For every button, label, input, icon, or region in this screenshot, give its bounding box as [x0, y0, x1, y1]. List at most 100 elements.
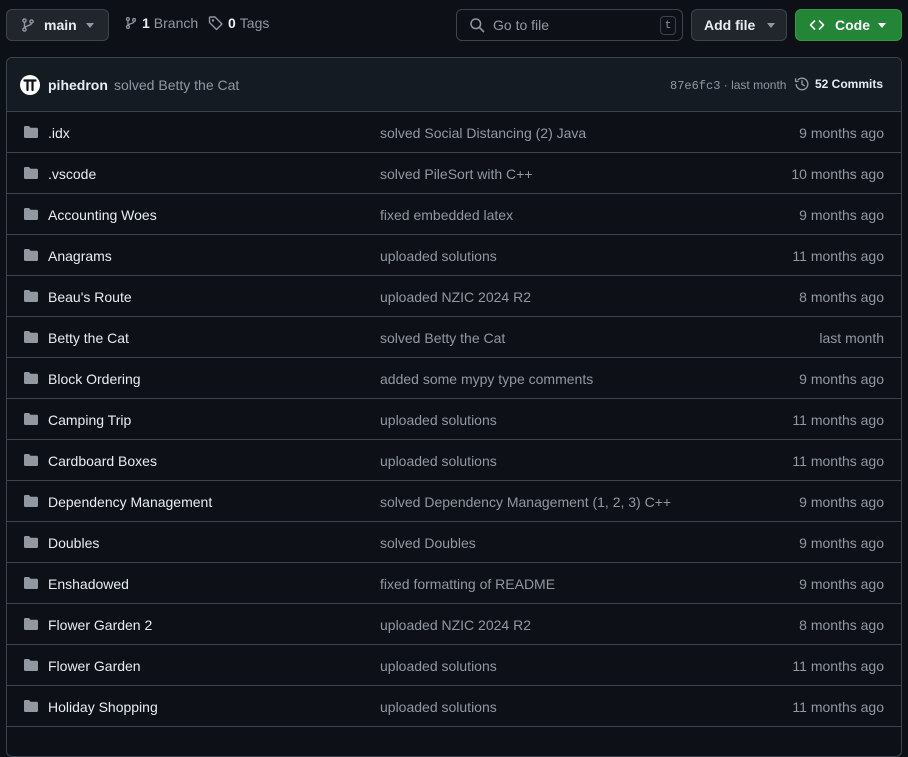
commit-age: 8 months ago — [799, 617, 884, 633]
tag-icon — [208, 16, 223, 31]
avatar[interactable] — [20, 75, 40, 95]
git-branch-icon — [22, 18, 34, 32]
commit-message-link[interactable]: solved Social Distancing (2) Java — [380, 125, 586, 141]
commit-age: 11 months ago — [792, 248, 884, 264]
history-icon — [794, 77, 809, 91]
commit-author[interactable]: pihedron — [48, 77, 108, 93]
commit-age: 9 months ago — [799, 125, 884, 141]
commit-message-link[interactable]: uploaded solutions — [380, 453, 497, 469]
add-file-button[interactable]: Add file — [691, 9, 787, 41]
file-name-link[interactable]: Dependency Management — [48, 494, 212, 510]
commit-age: 9 months ago — [799, 535, 884, 551]
table-row[interactable]: Anagrams uploaded solutions 11 months ago — [7, 235, 901, 276]
chevron-down-icon — [767, 23, 775, 28]
tags-link[interactable]: 0 Tags — [208, 15, 269, 31]
commit-message-link[interactable]: solved Betty the Cat — [380, 330, 505, 346]
table-row[interactable]: Betty the Cat solved Betty the Cat last mo… — [7, 317, 901, 358]
branch-count: 1 — [142, 15, 150, 31]
file-name-link[interactable]: Doubles — [48, 535, 99, 551]
tag-count: 0 — [228, 15, 236, 31]
file-name-link[interactable]: Anagrams — [48, 248, 112, 264]
latest-commit-header: pihedron solved Betty the Cat 87e6fc3 · … — [7, 58, 901, 112]
file-name-link[interactable]: .idx — [48, 125, 70, 141]
file-name-link[interactable]: Betty the Cat — [48, 330, 129, 346]
folder-icon — [23, 534, 39, 553]
folder-icon — [23, 657, 39, 676]
commit-age: last month — [819, 330, 884, 346]
file-name-link[interactable]: Accounting Woes — [48, 207, 157, 223]
file-name-link[interactable]: Holiday Shopping — [48, 699, 158, 715]
commit-message[interactable]: solved Betty the Cat — [114, 77, 239, 93]
commit-message-link[interactable]: uploaded solutions — [380, 412, 497, 428]
table-row[interactable]: Doubles solved Doubles 9 months ago — [7, 522, 901, 563]
branch-select-button[interactable]: main — [6, 9, 109, 41]
commit-hash[interactable]: 87e6fc3 — [670, 79, 720, 93]
commit-message-link[interactable]: solved Doubles — [380, 535, 476, 551]
folder-icon — [23, 616, 39, 635]
folder-icon — [23, 370, 39, 389]
file-table: pihedron solved Betty the Cat 87e6fc3 · … — [6, 57, 902, 757]
commit-separator: · — [720, 78, 732, 92]
commit-age: 9 months ago — [799, 576, 884, 592]
table-row[interactable]: Enshadowed fixed formatting of README 9 mo… — [7, 563, 901, 604]
keyboard-shortcut-hint: t — [660, 16, 676, 35]
go-to-file-input[interactable]: Go to file t — [456, 9, 683, 41]
table-row[interactable]: Accounting Woes fixed embedded latex 9 mon… — [7, 194, 901, 235]
commit-message-link[interactable]: solved Dependency Management (1, 2, 3) C… — [380, 494, 671, 510]
file-name-link[interactable]: Enshadowed — [48, 576, 129, 592]
table-row[interactable]: Dependency Management solved Dependency M… — [7, 481, 901, 522]
code-label: Code — [835, 17, 870, 33]
commit-age: 11 months ago — [792, 658, 884, 674]
tag-word: Tags — [239, 15, 270, 31]
commit-message-link[interactable]: fixed embedded latex — [380, 207, 513, 223]
folder-icon — [23, 329, 39, 348]
commits-count-label: 52 Commits — [815, 77, 884, 91]
folder-icon — [23, 493, 39, 512]
folder-icon — [23, 411, 39, 430]
commit-message-link[interactable]: uploaded NZIC 2024 R2 — [380, 617, 531, 633]
commit-message-link[interactable]: uploaded solutions — [380, 248, 497, 264]
file-name-link[interactable]: Block Ordering — [48, 371, 141, 387]
commit-message-link[interactable]: added some mypy type comments — [380, 371, 593, 387]
branches-link[interactable]: 1 Branch — [124, 15, 198, 31]
folder-icon — [23, 247, 39, 266]
file-name-link[interactable]: Flower Garden 2 — [48, 617, 152, 633]
commit-age: 10 months ago — [791, 166, 884, 182]
table-row[interactable]: Flower Garden uploaded solutions 11 months… — [7, 645, 901, 686]
table-row[interactable]: Camping Trip uploaded solutions 11 months … — [7, 399, 901, 440]
commits-link[interactable]: 52 Commits — [794, 76, 883, 92]
table-row[interactable]: Flower Garden 2 uploaded NZIC 2024 R2 8 mo… — [7, 604, 901, 645]
commit-age: 11 months ago — [792, 699, 884, 715]
code-button[interactable]: Code — [795, 9, 902, 41]
search-placeholder: Go to file — [493, 17, 550, 33]
table-row[interactable]: Block Ordering added some mypy type comme… — [7, 358, 901, 399]
commit-message-link[interactable]: uploaded NZIC 2024 R2 — [380, 289, 531, 305]
folder-icon — [23, 575, 39, 594]
commit-age: 9 months ago — [799, 371, 884, 387]
table-row[interactable]: .idx solved Social Distancing (2) Java 9 m… — [7, 112, 901, 153]
repo-toolbar: main 1 Branch 0 Tags Go to file t Add fi… — [0, 0, 908, 50]
commit-message-link[interactable]: fixed formatting of README — [380, 576, 555, 592]
file-name-link[interactable]: Camping Trip — [48, 412, 131, 428]
folder-icon — [23, 698, 39, 717]
file-list: .idx solved Social Distancing (2) Java 9 m… — [7, 112, 901, 727]
git-branch-icon — [125, 17, 137, 29]
table-row[interactable]: Holiday Shopping uploaded solutions 11 mon… — [7, 686, 901, 727]
commit-message-link[interactable]: uploaded solutions — [380, 658, 497, 674]
table-row[interactable]: .vscode solved PileSort with C++ 10 months… — [7, 153, 901, 194]
folder-icon — [23, 288, 39, 307]
file-name-link[interactable]: Cardboard Boxes — [48, 453, 157, 469]
folder-icon — [23, 452, 39, 471]
file-name-link[interactable]: .vscode — [48, 166, 96, 182]
table-row[interactable]: Cardboard Boxes uploaded solutions 11 mont… — [7, 440, 901, 481]
folder-icon — [23, 206, 39, 225]
commit-message-link[interactable]: uploaded solutions — [380, 699, 497, 715]
file-name-link[interactable]: Flower Garden — [48, 658, 141, 674]
commit-age: 9 months ago — [799, 207, 884, 223]
chevron-down-icon — [86, 23, 94, 28]
chevron-down-icon — [878, 23, 886, 28]
table-row[interactable]: Beau's Route uploaded NZIC 2024 R2 8 month… — [7, 276, 901, 317]
file-name-link[interactable]: Beau's Route — [48, 289, 132, 305]
commit-message-link[interactable]: solved PileSort with C++ — [380, 166, 533, 182]
commit-meta: 87e6fc3 · last month — [670, 78, 786, 93]
